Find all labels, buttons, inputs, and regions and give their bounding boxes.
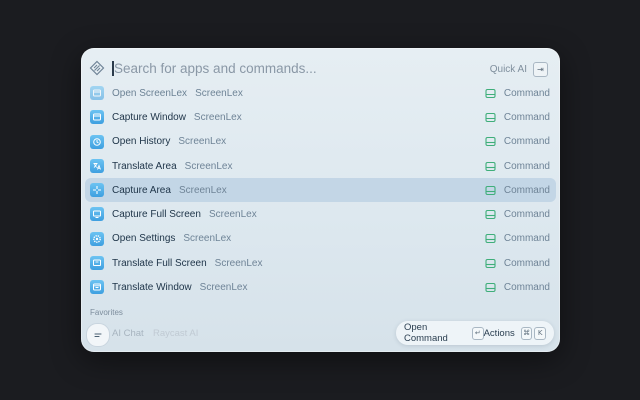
actions-button[interactable]: Actions [484, 328, 515, 339]
footer: AI Chat Raycast AI Open Command ↵ Action… [81, 318, 560, 352]
result-row[interactable]: Capture Full Screen ScreenLex Command [85, 202, 556, 226]
tab-key-icon: ⇥ [533, 61, 548, 77]
command-type-icon [485, 88, 496, 98]
result-subtitle: ScreenLex [178, 184, 227, 196]
crosshair-icon [90, 183, 104, 198]
command-type-icon [485, 234, 496, 244]
search-input[interactable] [112, 58, 444, 78]
command-type-icon [485, 210, 496, 220]
result-type: Command [503, 111, 550, 123]
result-row[interactable]: Translate Full Screen ScreenLex Command [85, 251, 556, 275]
monitor-icon [90, 207, 104, 222]
window-icon [90, 110, 104, 125]
open-command-button[interactable]: Open Command [404, 322, 465, 344]
result-type: Command [503, 233, 550, 245]
result-row[interactable]: Capture Area ScreenLex Command [85, 178, 556, 203]
result-subtitle: ScreenLex [195, 87, 243, 99]
command-type-icon [485, 137, 496, 147]
result-row[interactable]: Translate Area ScreenLex Command [85, 154, 556, 178]
favorite-item-subtitle: Raycast AI [153, 328, 199, 339]
quick-ai-label: Quick AI [489, 63, 527, 75]
result-title: Open Settings [112, 233, 176, 245]
result-subtitle: ScreenLex [193, 111, 242, 123]
raycast-logo-icon [89, 60, 105, 76]
result-row[interactable]: Open ScreenLex ScreenLex Command [85, 81, 556, 105]
history-icon [90, 134, 104, 149]
result-title: Translate Area [112, 160, 177, 172]
favorite-item-ai-chat[interactable]: AI Chat Raycast AI [86, 321, 386, 347]
result-subtitle: ScreenLex [184, 160, 233, 172]
launcher-window: Quick AI ⇥ Open ScreenLex ScreenLex Comman… [81, 48, 560, 352]
quick-ai-button[interactable]: Quick AI ⇥ [490, 61, 548, 77]
result-subtitle: ScreenLex [199, 282, 248, 294]
result-subtitle: ScreenLex [214, 257, 263, 269]
result-row[interactable]: Translate Window ScreenLex Command [85, 275, 556, 299]
command-type-icon [485, 161, 496, 171]
result-type: Command [503, 136, 550, 148]
app-window-icon [90, 86, 104, 100]
command-type-icon [485, 112, 496, 122]
return-key-icon: ↵ [471, 326, 484, 340]
result-row[interactable]: Open History ScreenLex Command [85, 130, 556, 154]
favorites-section-label: Favorites [90, 308, 123, 317]
command-type-icon [485, 185, 496, 195]
result-title: Capture Full Screen [112, 209, 201, 221]
ai-chat-icon [86, 323, 110, 347]
favorite-item-title: AI Chat [112, 328, 144, 339]
command-type-icon [485, 282, 496, 293]
translate-screen-icon [90, 256, 104, 271]
result-title: Capture Window [112, 111, 186, 123]
result-title: Translate Full Screen [112, 257, 207, 269]
result-type: Command [503, 184, 550, 196]
translate-icon [90, 158, 104, 173]
result-subtitle: ScreenLex [178, 136, 227, 148]
result-title: Open History [112, 136, 171, 148]
result-type: Command [503, 87, 550, 99]
action-bar: Open Command ↵ Actions ⌘ K [396, 321, 554, 345]
gear-icon [90, 231, 104, 246]
result-type: Command [503, 209, 550, 221]
result-type: Command [503, 257, 550, 269]
results-list: Open ScreenLex ScreenLex Command Capture Wi… [85, 81, 556, 300]
result-title: Capture Area [112, 184, 171, 196]
result-row[interactable]: Capture Window ScreenLex Command [85, 105, 556, 129]
result-subtitle: ScreenLex [208, 209, 257, 221]
command-type-icon [485, 258, 496, 268]
result-row[interactable]: Open Settings ScreenLex Command [85, 227, 556, 251]
result-type: Command [503, 282, 550, 294]
result-title: Translate Window [112, 282, 192, 294]
command-key-icon: ⌘ [520, 326, 533, 340]
translate-window-icon [90, 280, 104, 295]
result-subtitle: ScreenLex [183, 233, 232, 245]
k-key-icon: K [534, 326, 546, 340]
result-type: Command [503, 160, 550, 172]
result-title: Open ScreenLex [112, 87, 188, 99]
